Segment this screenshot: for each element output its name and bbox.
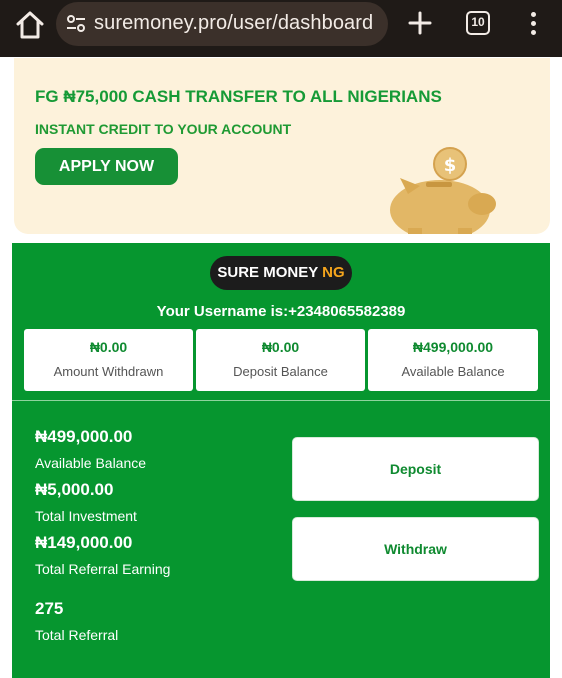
withdraw-button[interactable]: Withdraw xyxy=(292,517,539,581)
home-icon[interactable] xyxy=(14,10,46,40)
card-available-balance: ₦499,000.00 Available Balance xyxy=(368,329,538,391)
logo-accent-text: NG xyxy=(322,264,345,281)
more-vert-icon[interactable] xyxy=(525,11,541,37)
card-value: ₦499,000.00 xyxy=(412,339,494,355)
stat-total-investment-value: ₦5,000.00 xyxy=(35,480,114,499)
site-settings-icon[interactable] xyxy=(66,14,86,34)
new-tab-plus-icon[interactable] xyxy=(406,9,434,37)
tabs-count-icon[interactable]: 10 xyxy=(466,11,490,35)
card-label: Amount Withdrawn xyxy=(53,364,164,379)
banner-title: FG ₦75,000 CASH TRANSFER TO ALL NIGERIAN… xyxy=(35,87,442,106)
card-deposit-balance: ₦0.00 Deposit Balance xyxy=(196,329,365,391)
card-amount-withdrawn: ₦0.00 Amount Withdrawn xyxy=(24,329,193,391)
stat-referral-earning-value: ₦149,000.00 xyxy=(35,533,133,552)
stat-available-balance-label: Available Balance xyxy=(35,455,147,471)
dashboard-panel: SURE MONEY NG Your Username is:+23480655… xyxy=(12,243,550,678)
username-text: Your Username is:+2348065582389 xyxy=(156,303,406,320)
svg-text:$: $ xyxy=(444,155,457,176)
address-bar[interactable]: suremoney.pro/user/dashboard xyxy=(56,2,388,46)
stat-referral-earning-label: Total Referral Earning xyxy=(35,561,171,577)
logo-main-text: SURE MONEY xyxy=(217,264,323,281)
deposit-button[interactable]: Deposit xyxy=(292,437,539,501)
url-text[interactable]: suremoney.pro/user/dashboard xyxy=(94,12,373,35)
banner-subtitle: INSTANT CREDIT TO YOUR ACCOUNT xyxy=(35,121,292,137)
section-divider xyxy=(12,400,550,401)
card-value: ₦0.00 xyxy=(89,339,128,355)
promo-banner: FG ₦75,000 CASH TRANSFER TO ALL NIGERIAN… xyxy=(14,58,550,234)
stat-total-investment-label: Total Investment xyxy=(35,508,137,524)
card-label: Deposit Balance xyxy=(233,364,328,379)
card-value: ₦0.00 xyxy=(261,339,300,355)
browser-toolbar: suremoney.pro/user/dashboard 10 xyxy=(0,0,562,57)
stat-available-balance-value: ₦499,000.00 xyxy=(35,427,133,446)
stat-total-referral-value: 275 xyxy=(35,599,64,618)
apply-now-button[interactable]: APPLY NOW xyxy=(35,148,178,185)
brand-logo: SURE MONEY NG xyxy=(210,256,352,290)
card-label: Available Balance xyxy=(401,364,505,379)
stat-total-referral-label: Total Referral xyxy=(35,627,119,643)
piggy-bank-coin-icon: $ xyxy=(378,144,510,234)
